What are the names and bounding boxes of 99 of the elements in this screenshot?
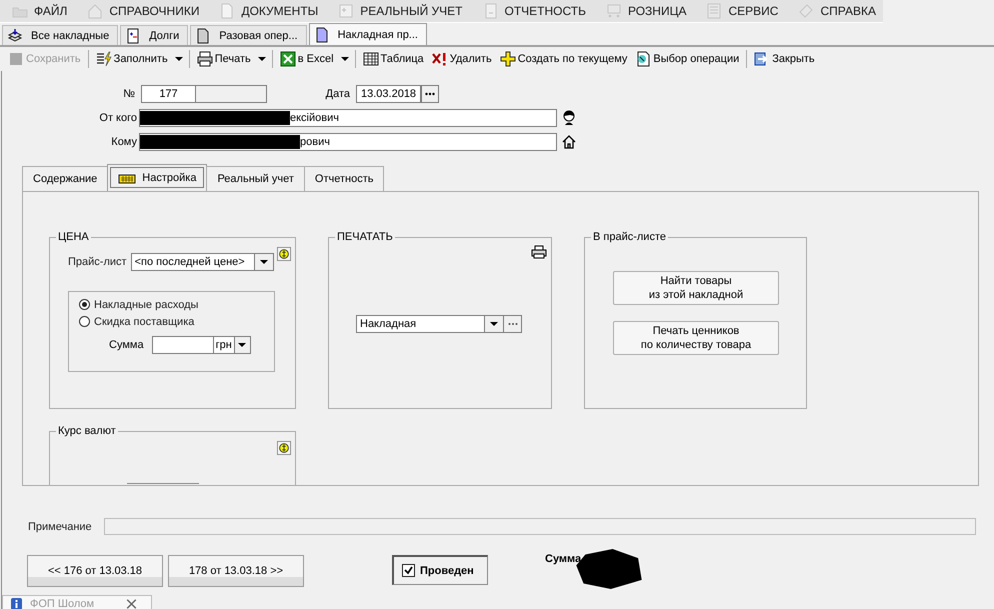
report-icon: [482, 3, 499, 19]
radio-option[interactable]: Скидка поставщика: [79, 313, 274, 330]
currency-dropdown[interactable]: грн: [214, 336, 251, 354]
menu-item[interactable]: СПРАВОЧНИКИ: [79, 3, 212, 19]
stack-icon: [7, 28, 23, 44]
document-icon: [219, 3, 236, 19]
info-icon: [11, 598, 22, 609]
radio-icon[interactable]: [79, 299, 90, 310]
calculator-icon: [706, 3, 722, 19]
delete-icon: [432, 51, 448, 67]
house-icon: [87, 3, 104, 19]
house-icon[interactable]: [562, 135, 576, 149]
lightning-icon: [96, 51, 112, 67]
menu-item[interactable]: РЕАЛЬНЫЙ УЧЕТ: [330, 3, 475, 19]
dropdown-arrow-icon: [260, 260, 268, 264]
number-suffix-field[interactable]: [196, 85, 267, 103]
group-title: В прайс-листе: [592, 231, 667, 243]
coin-icon[interactable]: [277, 441, 291, 455]
dropdown-button[interactable]: [484, 316, 503, 332]
recipient-label: Кому: [110, 136, 138, 148]
print-form-dropdown[interactable]: Накладная: [356, 315, 504, 333]
document-icon: [125, 28, 142, 44]
tab[interactable]: Отчетность: [304, 166, 384, 191]
print-options-button[interactable]: [504, 315, 522, 333]
date-label: Дата: [324, 88, 351, 100]
printer-icon: [196, 51, 213, 67]
group-title: ПЕЧАТАТЬ: [336, 231, 394, 243]
price-list-dropdown[interactable]: <по последней цене>: [130, 253, 274, 271]
toolbar-button[interactable]: Заполнить: [92, 49, 172, 69]
tab[interactable]: Содержание: [22, 166, 108, 191]
plus-minus-icon: [338, 3, 354, 19]
toolbar-button[interactable]: в Excel: [276, 49, 338, 69]
date-field[interactable]: 13.03.2018: [356, 85, 421, 103]
price-list-value: <по последней цене>: [134, 256, 245, 268]
recipient-name: рович: [300, 136, 330, 148]
dropdown-arrow-icon: [490, 322, 498, 326]
dropdown-button[interactable]: [234, 337, 250, 353]
radio-option[interactable]: Накладные расходы: [79, 296, 274, 313]
sender-label: От кого: [98, 112, 138, 124]
toolbar-button[interactable]: Удалить: [428, 49, 496, 69]
help-book-icon: [798, 3, 814, 19]
checkbox-icon[interactable]: [402, 564, 415, 577]
menu-item[interactable]: СЕРВИС: [698, 3, 790, 19]
sum-label: Сумма: [109, 339, 144, 351]
document-tab[interactable]: Разовая опер...: [190, 25, 307, 45]
person-icon[interactable]: [562, 110, 576, 126]
navigation-button[interactable]: << 176 от 13.03.18: [27, 555, 163, 587]
menu-item[interactable]: ДОКУМЕНТЫ: [211, 3, 330, 19]
close-icon[interactable]: [126, 598, 138, 609]
group-title: ЦЕНА: [57, 231, 90, 243]
action-button[interactable]: Печать ценников по количеству товара: [613, 321, 779, 355]
document-icon: [195, 28, 212, 44]
tab[interactable]: Настройка: [107, 164, 208, 191]
cart-icon: [606, 3, 622, 19]
table-icon: [362, 51, 379, 67]
sender-field[interactable]: ексійович: [139, 109, 557, 127]
document-icon: [635, 51, 652, 67]
dropdown-arrow-icon: [238, 343, 246, 347]
action-button[interactable]: Найти товары из этой накладной: [613, 271, 779, 305]
sum-field[interactable]: [152, 336, 214, 354]
plus-icon: [500, 51, 516, 67]
menu-item[interactable]: ОТЧЕТНОСТЬ: [474, 3, 598, 19]
menu-item[interactable]: ФАЙЛ: [4, 3, 80, 19]
note-field[interactable]: [104, 518, 976, 535]
navigation-button[interactable]: 178 от 13.03.18 >>: [168, 555, 304, 587]
note-label: Примечание: [28, 520, 92, 532]
toolbar-button[interactable]: Выбор операции: [631, 49, 744, 69]
total-label: Сумма: [545, 553, 582, 565]
ellipsis-icon: [508, 322, 518, 326]
number-field[interactable]: 177: [141, 85, 196, 103]
menu-item[interactable]: РОЗНИЦА: [598, 3, 698, 19]
group-title: Курс валют: [57, 425, 117, 437]
document-tab[interactable]: Долги: [120, 25, 188, 45]
price-list-label: Прайс-лист: [68, 256, 127, 268]
tab[interactable]: Реальный учет: [206, 166, 305, 191]
document-tab[interactable]: Накладная пр...: [308, 23, 427, 45]
document-tab[interactable]: Все накладные: [2, 25, 118, 45]
radio-icon[interactable]: [79, 316, 90, 327]
posted-checkbox[interactable]: Проведен: [392, 555, 488, 585]
sender-name: ексійович: [290, 112, 339, 124]
toolbar-button[interactable]: Печать: [192, 49, 255, 69]
print-form-value: Накладная: [360, 318, 416, 330]
keyboard-icon: [118, 172, 136, 184]
toolbar-button[interactable]: Создать по текущему: [496, 49, 632, 69]
square-icon: [8, 51, 24, 67]
date-picker-button[interactable]: [421, 85, 439, 103]
spreadsheet-icon: [280, 51, 296, 67]
recipient-field[interactable]: рович: [139, 133, 557, 151]
toolbar-button[interactable]: Закрыть: [750, 49, 819, 69]
ellipsis-icon: [425, 92, 435, 96]
document-icon: [314, 26, 330, 42]
dropdown-button[interactable]: [254, 254, 273, 270]
currency-value: грн: [216, 339, 232, 351]
coin-icon[interactable]: [277, 247, 291, 261]
window-tab-title: ФОП Шолом: [30, 598, 94, 609]
number-label: №: [122, 88, 136, 100]
printer-icon[interactable]: [531, 245, 547, 259]
toolbar-button[interactable]: Таблица: [358, 49, 428, 69]
menu-item[interactable]: СПРАВКА: [790, 3, 888, 19]
